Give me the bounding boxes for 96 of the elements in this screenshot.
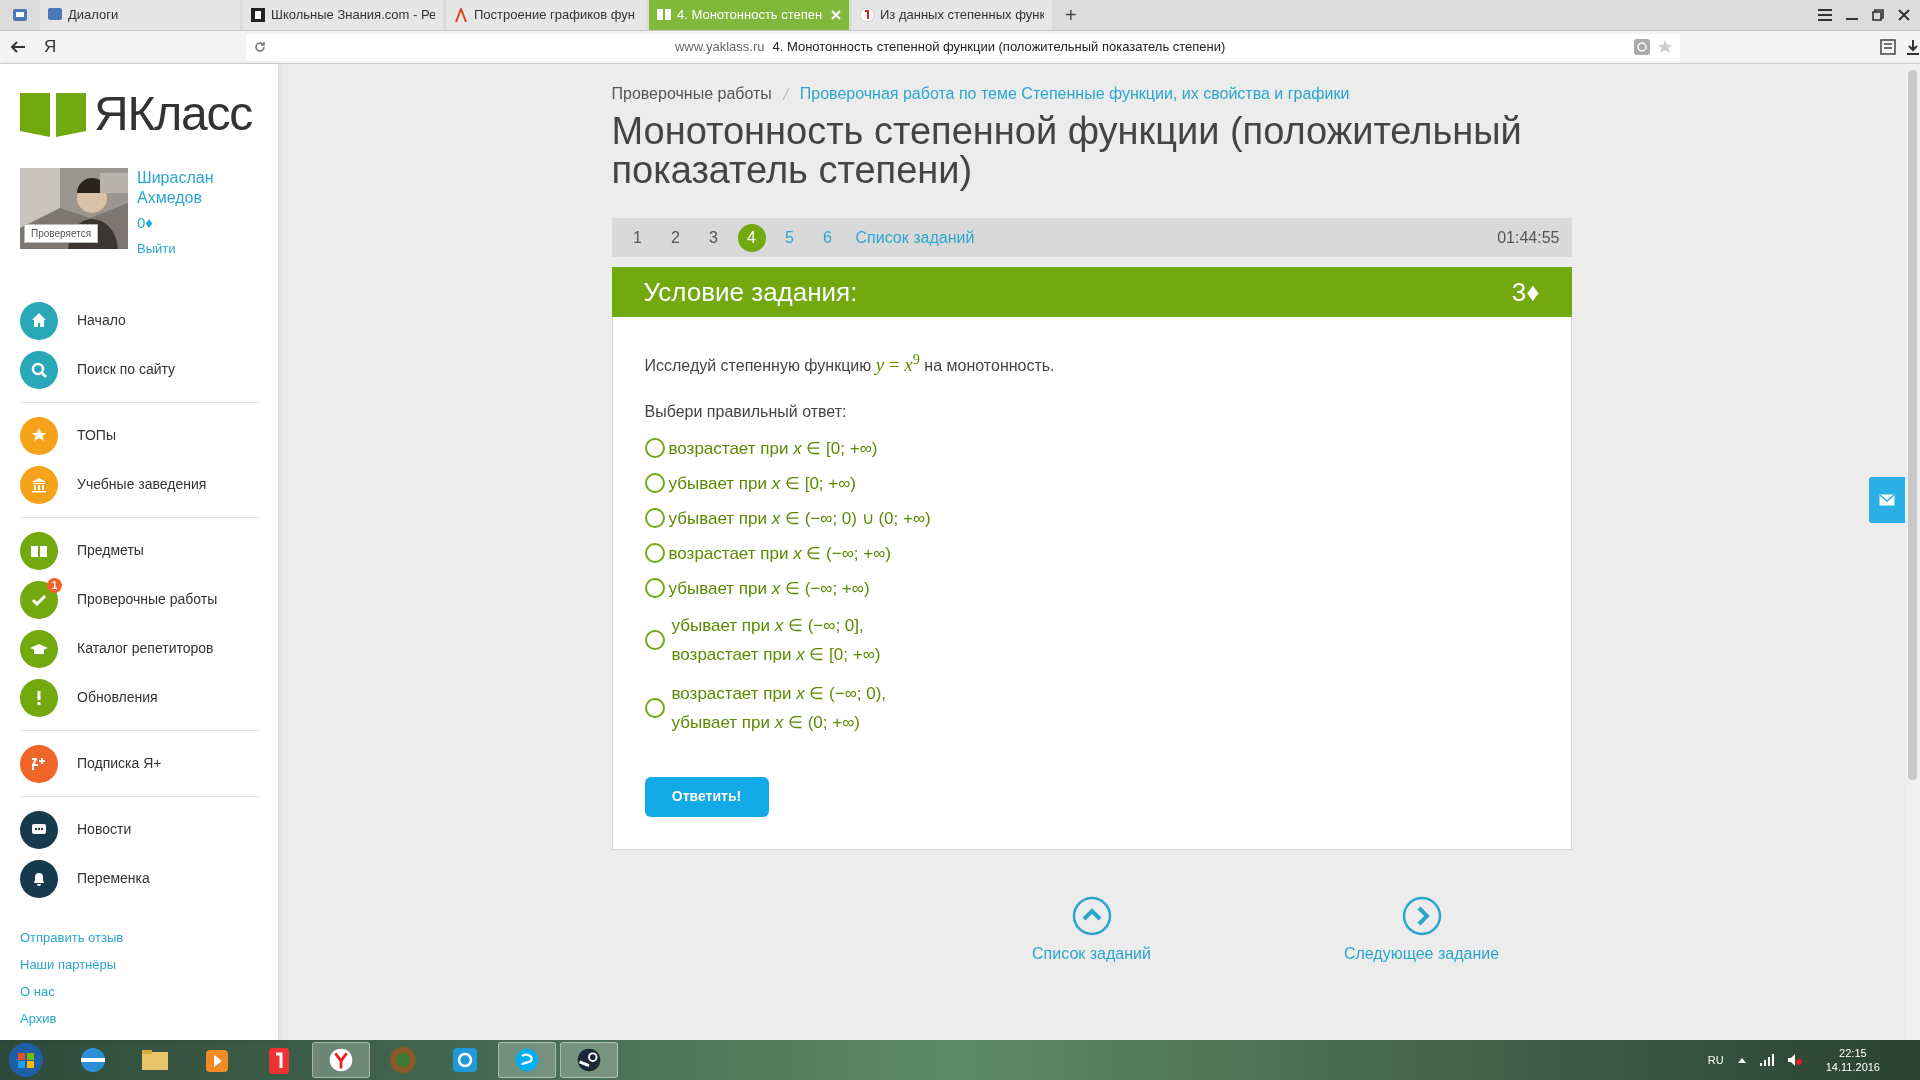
nav-item[interactable]: Каталог репетиторов: [20, 624, 260, 673]
footer-link[interactable]: Отправить отзыв: [20, 929, 258, 947]
tab-title: Школьные Знания.com - Ре: [271, 6, 435, 25]
nav-item[interactable]: Начало: [20, 296, 260, 345]
notification-badge: 1: [47, 577, 62, 593]
reload-icon: [254, 41, 267, 53]
page-number[interactable]: 3: [699, 223, 728, 252]
answer-option[interactable]: возрастает при x ∈ (−∞; +∞): [644, 538, 1539, 568]
site-icon: [860, 8, 874, 22]
logo-text: ЯКласс: [94, 90, 253, 138]
page-title: 4. Монотонность степенной функции (положительный показатель степени): [772, 38, 1226, 57]
radio-button[interactable]: [644, 543, 665, 563]
radio-button[interactable]: [644, 578, 665, 598]
option-text: убывает при x ∈ (−∞; 0) ∪ (0; +∞): [668, 507, 931, 530]
site-icon: [657, 8, 671, 22]
star-icon: [1658, 40, 1673, 54]
option-text: возрастает при x ∈ [0; +∞): [668, 437, 878, 460]
radio-button[interactable]: [644, 697, 665, 718]
prompt-text: Выбери правильный ответ:: [644, 401, 848, 422]
status-label: Проверяется: [24, 224, 99, 243]
option-text: возрастает при x ∈ (−∞; 0),: [671, 682, 887, 705]
url-host: www.yaklass.ru: [674, 38, 765, 57]
nav-item[interactable]: ТОПы: [20, 411, 260, 460]
volume-icon: [1787, 1054, 1802, 1066]
restore-icon: [1872, 9, 1884, 21]
browser-tab[interactable]: Построение графиков фун: [446, 0, 646, 30]
browser-tab[interactable]: Диалоги: [40, 0, 240, 30]
answer-option[interactable]: убывает при x ∈ [0; +∞): [644, 468, 1539, 498]
radio-button[interactable]: [644, 438, 665, 458]
nav-item[interactable]: Учебные заведения: [20, 460, 260, 509]
site-icon: [48, 8, 62, 22]
mail-icon: [1879, 494, 1895, 506]
page-number[interactable]: 2: [661, 223, 690, 252]
radio-button[interactable]: [644, 473, 665, 493]
close-icon: [831, 10, 841, 20]
page-heading: Монотонность степенной функции (положительный показатель степени): [611, 112, 1523, 190]
footer-link[interactable]: О нас: [20, 983, 258, 1001]
book-logo-icon: [20, 91, 86, 137]
question-text: Исследуй степенную функцию y = x$^{9}$ на монотонность.: [644, 351, 1056, 377]
nav-item[interactable]: Поиск по сайту: [20, 345, 260, 394]
download-icon: [1906, 39, 1920, 55]
option-text: убывает при x ∈ (−∞; +∞): [668, 577, 870, 600]
tray-expand-icon: [1737, 1057, 1746, 1063]
nav-item[interactable]: Переменка: [20, 854, 260, 903]
language-indicator[interactable]: RU: [1707, 1051, 1724, 1069]
scrollbar[interactable]: [1905, 64, 1920, 1040]
site-icon: [251, 8, 265, 22]
radio-button[interactable]: [644, 629, 665, 650]
user-name[interactable]: Шираслан Ахмедов: [137, 168, 237, 208]
tab-title: Диалоги: [68, 6, 120, 25]
new-tab-button[interactable]: +: [1055, 0, 1087, 30]
breadcrumb-separator-icon: [781, 87, 790, 101]
page-number[interactable]: 1: [623, 223, 652, 252]
nav-item[interactable]: Новости: [20, 805, 260, 854]
page-number[interactable]: 4: [737, 223, 766, 252]
tab-title: 4. Монотонность степен: [677, 6, 824, 25]
browser-tab[interactable]: Школьные Знания.com - Ре: [243, 0, 443, 30]
nav-item[interactable]: Обновления: [20, 673, 260, 722]
clock-time[interactable]: 22:15: [1839, 1046, 1867, 1060]
browser-icon[interactable]: [312, 1042, 370, 1078]
minimize-icon: [1846, 18, 1858, 20]
nav-item[interactable]: 1 Проверочные работы: [20, 575, 260, 624]
option-text: убывает при x ∈ [0; +∞): [668, 472, 856, 495]
timer: 01:44:55: [1497, 227, 1560, 248]
footer-link[interactable]: Архив: [20, 1010, 258, 1028]
network-icon: [1759, 1054, 1774, 1066]
option-text: возрастает при x ∈ (−∞; +∞): [668, 542, 891, 565]
nav-item[interactable]: Предметы: [20, 526, 260, 575]
menu-icon: [1818, 9, 1832, 21]
points: 3♦: [1511, 275, 1540, 309]
task-header-title: Условие задания:: [643, 275, 858, 309]
feedback-button[interactable]: [1869, 477, 1905, 523]
browser-menu-icon: [13, 9, 27, 21]
back-icon: [10, 40, 26, 54]
answer-option[interactable]: убывает при x ∈ (−∞; 0], возрастает при x ∈ [0; +∞): [644, 608, 1539, 671]
answer-option[interactable]: убывает при x ∈ (−∞; 0) ∪ (0; +∞): [644, 503, 1539, 533]
option-text: убывает при x ∈ (−∞; 0],: [671, 614, 865, 637]
clock-date[interactable]: 14.11.2016: [1825, 1060, 1880, 1074]
option-text: возрастает при x ∈ [0; +∞): [671, 643, 881, 666]
address-bar[interactable]: www.yaklass.ru 4. Монотонность степенной функции (положительный показатель степени): [246, 33, 1681, 61]
logout-link[interactable]: Выйти: [137, 238, 237, 258]
start-button-icon: [8, 1042, 44, 1078]
close-icon: [1898, 9, 1910, 21]
downloads-panel-icon: [1880, 39, 1896, 55]
search-logo[interactable]: Я: [44, 34, 57, 60]
footer-link[interactable]: Наши партнёры: [20, 956, 258, 974]
breadcrumb-link[interactable]: Проверочные работы: [611, 82, 772, 106]
nav-item[interactable]: Подписка Я+: [20, 739, 260, 788]
radio-button[interactable]: [644, 508, 665, 528]
option-text: убывает при x ∈ (0; +∞): [671, 711, 861, 734]
site-icon: [454, 8, 468, 22]
answer-option[interactable]: возрастает при x ∈ (−∞; 0), убывает при x ∈ (0; +∞): [644, 676, 1539, 739]
tab-title: Построение графиков фун: [474, 6, 636, 25]
answer-option[interactable]: убывает при x ∈ (−∞; +∞): [644, 573, 1539, 603]
balance: 0♦: [137, 213, 154, 233]
answer-option[interactable]: возрастает при x ∈ [0; +∞): [644, 433, 1539, 463]
